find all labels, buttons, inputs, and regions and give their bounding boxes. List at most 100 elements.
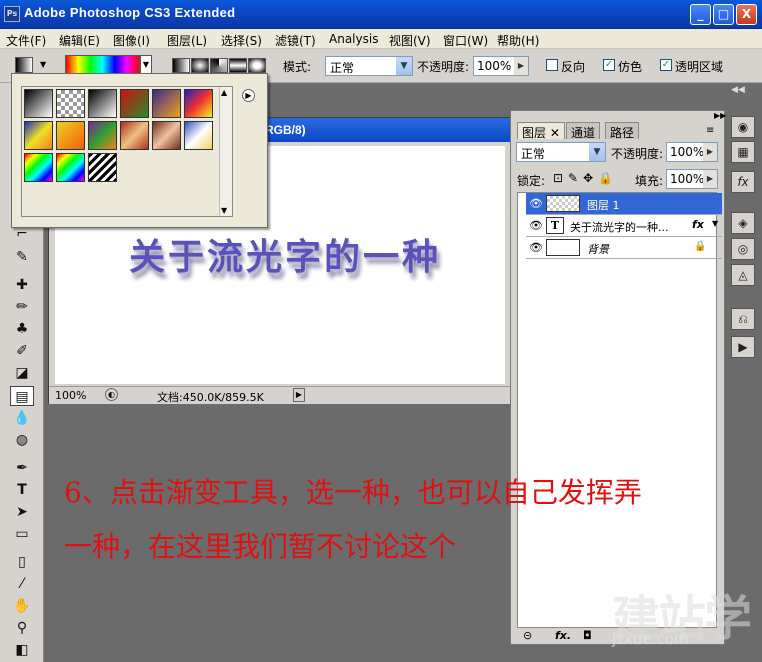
dither-checkbox[interactable]: ✓ [603, 59, 615, 71]
menu-window[interactable]: 窗口(W) [443, 32, 488, 49]
gradient-preview[interactable] [65, 55, 140, 75]
gradient-swatch[interactable] [24, 121, 53, 150]
reflected-gradient-button[interactable] [229, 58, 247, 73]
layer-row-1[interactable]: 👁 图层 1 [526, 193, 722, 215]
menu-file[interactable]: 文件(F) [6, 32, 46, 49]
gradient-swatch[interactable] [120, 89, 149, 118]
gradient-swatch[interactable] [184, 89, 213, 118]
blend-mode-select[interactable]: 正常 ▼ [516, 142, 606, 162]
panel-menu-icon[interactable]: ≡ [706, 125, 714, 136]
mode-select[interactable]: 正常 ▼ [325, 56, 413, 76]
tab-layers[interactable]: 图层 ✕ [517, 122, 565, 140]
diamond-gradient-button[interactable] [248, 58, 266, 73]
brush-tool-icon[interactable]: ✏ [10, 297, 34, 317]
tab-channels[interactable]: 通道 [566, 122, 601, 140]
swatches-icon[interactable]: ▦ [731, 141, 755, 163]
close-button[interactable]: X [736, 4, 757, 25]
eyedropper-icon[interactable]: ⁄ [10, 574, 34, 594]
hand-tool-icon[interactable]: ✋ [10, 596, 34, 616]
layer-row-text[interactable]: 👁 T 关于流光字的一种... fx ▼ [526, 215, 722, 237]
minimize-button[interactable]: _ [690, 4, 711, 25]
healing-brush-icon[interactable]: ✚ [10, 275, 34, 295]
gradient-swatch[interactable] [56, 89, 85, 118]
type-tool-icon[interactable]: T [10, 480, 34, 500]
status-options-icon[interactable]: ◐ [105, 388, 118, 401]
dock-expand-icon[interactable]: ◀◀ [731, 85, 745, 95]
actions-icon[interactable]: ▶ [731, 336, 755, 358]
gradient-swatch[interactable] [184, 121, 213, 150]
chevron-right-icon[interactable]: ▶ [703, 143, 717, 161]
fill-field[interactable]: 100% ▶ [666, 169, 718, 189]
fx-icon[interactable]: fx [692, 218, 704, 231]
close-icon[interactable]: ✕ [550, 126, 560, 140]
pen-tool-icon[interactable]: ✒ [10, 458, 34, 478]
history-brush-icon[interactable]: ✐ [10, 341, 34, 361]
stamp-tool-icon[interactable]: ♣ [10, 319, 34, 339]
gradient-picker-toggle[interactable]: ▼ [140, 55, 152, 75]
zoom-tool-icon[interactable]: ⚲ [10, 618, 34, 638]
gradient-swatch[interactable] [88, 89, 117, 118]
chevron-right-icon[interactable]: ▶ [703, 170, 717, 188]
menu-edit[interactable]: 编辑(E) [59, 32, 100, 49]
radial-gradient-button[interactable] [191, 58, 209, 73]
menu-filter[interactable]: 滤镜(T) [275, 32, 316, 49]
paths-icon[interactable]: ◬ [731, 264, 755, 286]
opacity-field[interactable]: 100% ▶ [473, 56, 529, 76]
rectangle-tool-icon[interactable]: ▭ [10, 524, 34, 544]
gradient-swatch[interactable] [88, 121, 117, 150]
gradient-swatch[interactable] [120, 121, 149, 150]
chevron-down-icon[interactable]: ▼ [40, 60, 46, 69]
menu-layer[interactable]: 图层(L) [167, 32, 207, 49]
chevron-right-icon[interactable]: ▶ [293, 388, 305, 402]
chevron-down-icon[interactable]: ▼ [712, 219, 718, 228]
eye-icon[interactable]: 👁 [529, 241, 543, 254]
angle-gradient-button[interactable] [210, 58, 228, 73]
eye-icon[interactable]: 👁 [529, 219, 543, 232]
gradient-swatch[interactable] [56, 153, 85, 182]
menu-image[interactable]: 图像(I) [113, 32, 150, 49]
navigator-icon[interactable]: ◉ [731, 116, 755, 138]
mask-icon[interactable]: ◘ [583, 629, 592, 642]
reverse-checkbox[interactable] [546, 59, 558, 71]
notes-tool-icon[interactable]: ▯ [10, 552, 34, 572]
maximize-button[interactable]: □ [713, 4, 734, 25]
eyedropper-tool-icon[interactable]: ✎ [10, 247, 34, 267]
chevron-up-icon[interactable]: ▲ [221, 88, 227, 97]
menu-analysis[interactable]: Analysis [329, 32, 378, 46]
eraser-tool-icon[interactable]: ◪ [10, 363, 34, 383]
styles-icon[interactable]: fx [731, 171, 755, 193]
gradient-swatch[interactable] [88, 153, 117, 182]
gradient-tool-icon[interactable]: ▤ [10, 386, 34, 406]
add-style-icon[interactable]: fx. [555, 629, 571, 642]
layer-opacity-field[interactable]: 100% ▶ [666, 142, 718, 162]
chevron-down-icon[interactable]: ▼ [221, 206, 227, 215]
linear-gradient-button[interactable] [172, 58, 190, 73]
menu-view[interactable]: 视图(V) [389, 32, 431, 49]
menu-select[interactable]: 选择(S) [221, 32, 262, 49]
layer-row-background[interactable]: 👁 背景 🔒 [526, 237, 722, 259]
dodge-tool-icon[interactable]: ◍ [10, 430, 34, 450]
chevron-right-icon[interactable]: ▶ [514, 57, 528, 75]
collapse-icon[interactable]: ▶▶ [714, 111, 726, 120]
blur-tool-icon[interactable]: 💧 [10, 408, 34, 428]
link-icon[interactable]: ⊝ [523, 629, 532, 642]
gradient-swatch[interactable] [56, 121, 85, 150]
gradient-swatch[interactable] [24, 89, 53, 118]
lock-icons[interactable]: ⊡✎✥🔒 [553, 171, 618, 185]
history-icon[interactable]: ⎌ [731, 308, 755, 330]
zoom-level[interactable]: 100% [55, 389, 86, 402]
gradient-swatch[interactable] [152, 89, 181, 118]
gradient-swatch[interactable] [152, 121, 181, 150]
layers-icon[interactable]: ◈ [731, 212, 755, 234]
gradient-swatch[interactable] [24, 153, 53, 182]
color-swatches-icon[interactable]: ◧ [10, 640, 34, 660]
flyout-menu-icon[interactable]: ▶ [242, 89, 255, 102]
channels-icon[interactable]: ◎ [731, 238, 755, 260]
menu-help[interactable]: 帮助(H) [497, 32, 539, 49]
tool-preset-icon[interactable] [15, 57, 33, 73]
scrollbar[interactable]: ▲ ▼ [219, 87, 232, 216]
eye-icon[interactable]: 👁 [529, 197, 543, 210]
path-select-icon[interactable]: ➤ [10, 502, 34, 522]
tab-paths[interactable]: 路径 [605, 122, 640, 140]
transparency-checkbox[interactable]: ✓ [660, 59, 672, 71]
